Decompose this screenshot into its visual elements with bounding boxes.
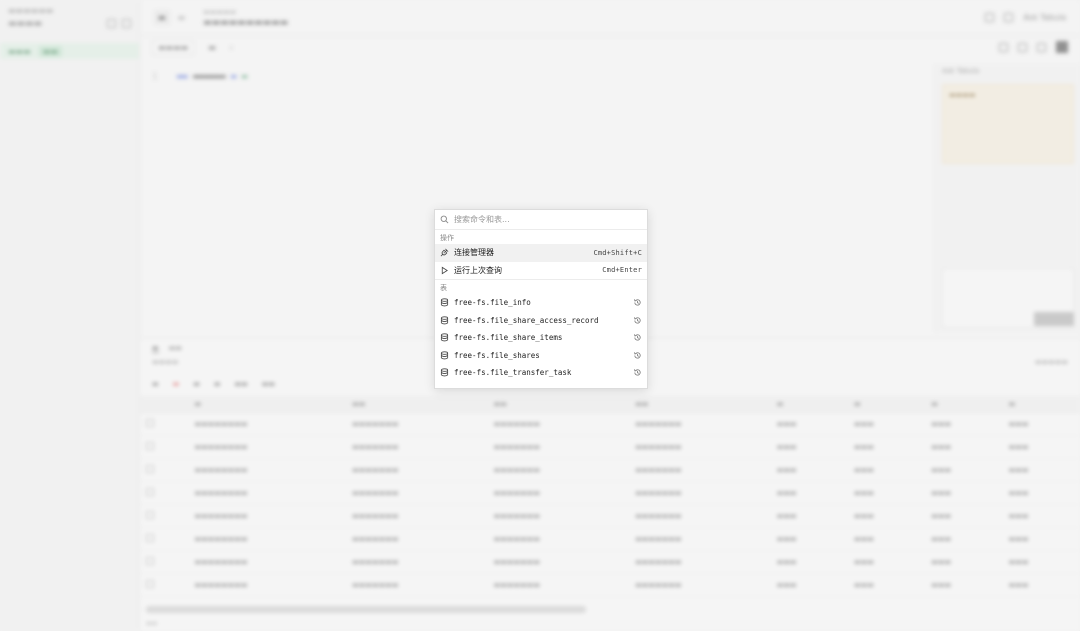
- history-icon: [634, 334, 641, 341]
- palette-table-list: free-fs.file_info free-fs.file_share_acce…: [435, 294, 647, 382]
- action-shortcut: Cmd+Shift+C: [593, 248, 642, 257]
- table-label: free-fs.file_shares: [454, 350, 540, 360]
- palette-action-run-last-query[interactable]: 运行上次查询 Cmd+Enter: [435, 262, 647, 280]
- history-icon: [634, 351, 641, 359]
- table-label: free-fs.file_info: [454, 298, 531, 308]
- section-tables-label: 表: [440, 284, 447, 292]
- palette-search-input[interactable]: [454, 215, 634, 224]
- palette-table-item[interactable]: free-fs.file_info: [435, 294, 647, 312]
- palette-table-item[interactable]: free-fs.file_share_items: [435, 329, 647, 347]
- database-icon: [440, 368, 449, 377]
- table-label: free-fs.file_share_items: [454, 333, 563, 343]
- action-shortcut: Cmd+Enter: [602, 266, 642, 275]
- play-icon: [441, 266, 448, 275]
- table-label: free-fs.file_share_access_record: [454, 315, 599, 325]
- palette-action-connection-manager[interactable]: 连接管理器 Cmd+Shift+C: [435, 244, 647, 262]
- action-label: 连接管理器: [454, 248, 494, 258]
- action-label: 运行上次查询: [454, 265, 502, 275]
- palette-table-item[interactable]: free-fs.file_shares: [435, 347, 647, 365]
- table-label: free-fs.file_transfer_task: [454, 368, 572, 378]
- database-icon: [440, 351, 449, 360]
- database-icon: [440, 333, 449, 342]
- section-actions-label: 操作: [440, 234, 454, 242]
- palette-search: [435, 210, 647, 230]
- history-icon: [634, 369, 641, 376]
- palette-table-item[interactable]: free-fs.file_share_access_record: [435, 312, 647, 330]
- palette-table-item[interactable]: free-fs.file_transfer_task: [435, 364, 647, 382]
- history-icon: [634, 299, 641, 306]
- database-icon: [440, 298, 449, 307]
- database-icon: [440, 316, 449, 325]
- search-icon: [440, 215, 449, 224]
- plug-icon: [440, 248, 449, 257]
- history-icon: [634, 316, 641, 324]
- command-palette: 操作 连接管理器 Cmd+Shift+C 运行上次查询 Cmd+Enter 表 …: [434, 209, 648, 389]
